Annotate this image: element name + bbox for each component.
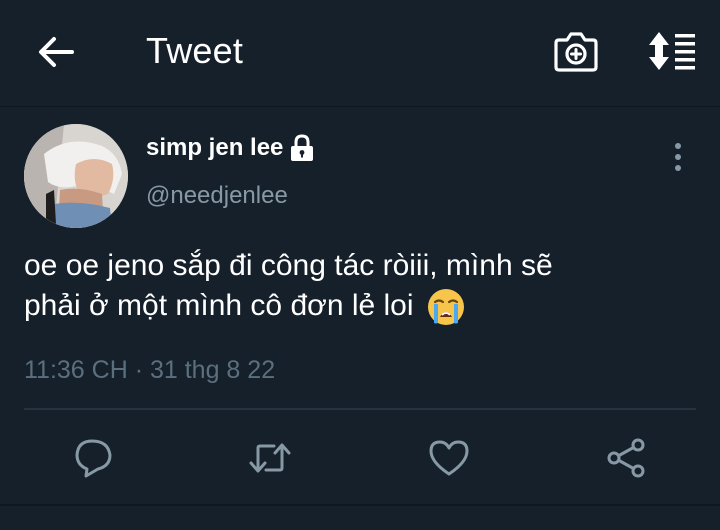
author-display-name[interactable]: simp jen lee [146,134,283,162]
tweet-time: 11:36 CH [24,356,128,384]
retweet-button[interactable] [248,436,292,480]
more-options-button[interactable] [666,140,690,174]
divider [24,408,696,410]
reply-button[interactable] [72,436,116,480]
share-icon [607,438,645,478]
camera-button[interactable] [553,30,599,72]
sort-button[interactable] [645,30,697,72]
back-button[interactable] [36,32,76,72]
reply-icon [75,439,112,478]
author-row: simp jen lee [146,134,315,162]
tweet-text-line-1: oe oe jeno sắp đi công tác ròiii, mình s… [24,249,553,282]
more-vertical-icon [675,143,681,171]
tweet-text: oe oe jeno sắp đi công tác ròiii, mình s… [24,246,704,327]
bottom-divider [0,504,720,506]
tweet-text-line-2-text: phải ở một mình cô đơn lẻ loi [24,289,414,322]
arrow-left-icon [39,37,74,67]
sort-icon [649,32,695,70]
heart-icon [429,440,469,476]
timestamp-separator: · [127,356,150,384]
share-button[interactable] [605,436,649,480]
retweet-icon [249,443,291,473]
tweet-timestamp[interactable]: 11:36 CH · 31 thg 8 22 [24,356,275,385]
tweet-text-line-2: phải ở một mình cô đơn lẻ loi [24,286,704,327]
avatar[interactable] [24,124,128,228]
loudly-crying-face-icon [427,289,464,326]
camera-icon [554,32,598,72]
page-title: Tweet [146,30,244,71]
avatar-photo [24,124,128,228]
top-bar: Tweet [0,0,720,107]
author-handle[interactable]: @needjenlee [146,182,288,210]
lock-icon [291,134,314,161]
like-button[interactable] [427,436,471,480]
tweet-date: 31 thg 8 22 [149,356,276,384]
